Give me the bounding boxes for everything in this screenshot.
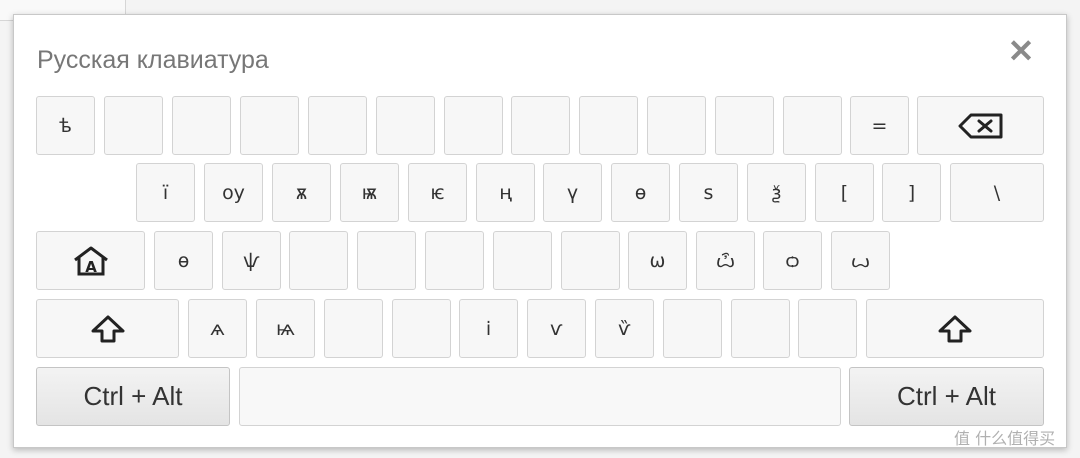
key-r1-10[interactable]	[647, 96, 706, 155]
keyboard-title: Русская клавиатура	[37, 46, 269, 74]
key-r4-5[interactable]: і	[459, 299, 518, 358]
key-r3-4[interactable]	[357, 231, 416, 290]
key-r3-6[interactable]	[493, 231, 552, 290]
key-r4-2[interactable]: ѩ	[256, 299, 315, 358]
shift-left-key[interactable]	[36, 299, 179, 358]
key-r1-5[interactable]	[308, 96, 367, 155]
shift-icon	[937, 314, 973, 344]
key-r1-2[interactable]	[104, 96, 163, 155]
backspace-icon	[957, 113, 1005, 139]
key-r1-11[interactable]	[715, 96, 774, 155]
home-a-icon: A	[72, 245, 110, 277]
key-r1-4[interactable]	[240, 96, 299, 155]
key-r4-4[interactable]	[392, 299, 451, 358]
key-r4-3[interactable]	[324, 299, 383, 358]
key-r2-7[interactable]: ү	[543, 163, 602, 222]
key-r3-11[interactable]: ꙍ	[831, 231, 890, 290]
key-r4-9[interactable]	[731, 299, 790, 358]
ctrl-alt-left-key[interactable]: Ctrl + Alt	[36, 367, 230, 426]
key-r2-12[interactable]: ]	[882, 163, 941, 222]
key-r1-1[interactable]: ѣ	[36, 96, 95, 155]
key-r1-12[interactable]	[783, 96, 842, 155]
key-r4-6[interactable]: ѵ	[527, 299, 586, 358]
shift-right-key[interactable]	[866, 299, 1044, 358]
key-r2-1[interactable]: ї	[136, 163, 195, 222]
key-r1-8[interactable]	[511, 96, 570, 155]
key-r2-4[interactable]: ѭ	[340, 163, 399, 222]
key-r1-6[interactable]	[376, 96, 435, 155]
key-r3-8[interactable]: ѡ	[628, 231, 687, 290]
key-r3-5[interactable]	[425, 231, 484, 290]
key-r2-8[interactable]: ѳ	[611, 163, 670, 222]
shift-icon	[90, 314, 126, 344]
key-r3-10[interactable]: ѻ	[763, 231, 822, 290]
key-r4-10[interactable]	[798, 299, 857, 358]
key-r2-9[interactable]: ѕ	[679, 163, 738, 222]
ctrl-alt-right-key[interactable]: Ctrl + Alt	[849, 367, 1044, 426]
virtual-keyboard-panel: Русская клавиатура ✕ ѣ = ї оу ѫ ѭ ѥ ң ү …	[13, 14, 1067, 448]
key-r3-3[interactable]	[289, 231, 348, 290]
key-r2-2[interactable]: оу	[204, 163, 263, 222]
key-r3-1[interactable]: ѳ	[154, 231, 213, 290]
space-key[interactable]	[239, 367, 841, 426]
key-r2-6[interactable]: ң	[476, 163, 535, 222]
close-icon[interactable]: ✕	[1006, 35, 1036, 67]
key-r4-7[interactable]: ѷ	[595, 299, 654, 358]
home-key[interactable]: A	[36, 231, 145, 290]
key-r1-13[interactable]: =	[850, 96, 909, 155]
key-r3-9[interactable]: ѽ	[696, 231, 755, 290]
svg-text:A: A	[85, 258, 97, 276]
backspace-key[interactable]	[917, 96, 1044, 155]
key-r1-3[interactable]	[172, 96, 231, 155]
key-r2-11[interactable]: [	[815, 163, 874, 222]
key-r2-5[interactable]: ѥ	[408, 163, 467, 222]
key-r1-9[interactable]	[579, 96, 638, 155]
key-r3-7[interactable]	[561, 231, 620, 290]
key-r1-7[interactable]	[444, 96, 503, 155]
watermark: 值 什么值得买	[954, 429, 1056, 448]
key-r2-10[interactable]: ѯ	[747, 163, 806, 222]
key-r4-1[interactable]: ѧ	[188, 299, 247, 358]
key-r3-2[interactable]: ѱ	[222, 231, 281, 290]
key-r4-8[interactable]	[663, 299, 722, 358]
key-r2-13[interactable]: \	[950, 163, 1044, 222]
key-r2-3[interactable]: ѫ	[272, 163, 331, 222]
